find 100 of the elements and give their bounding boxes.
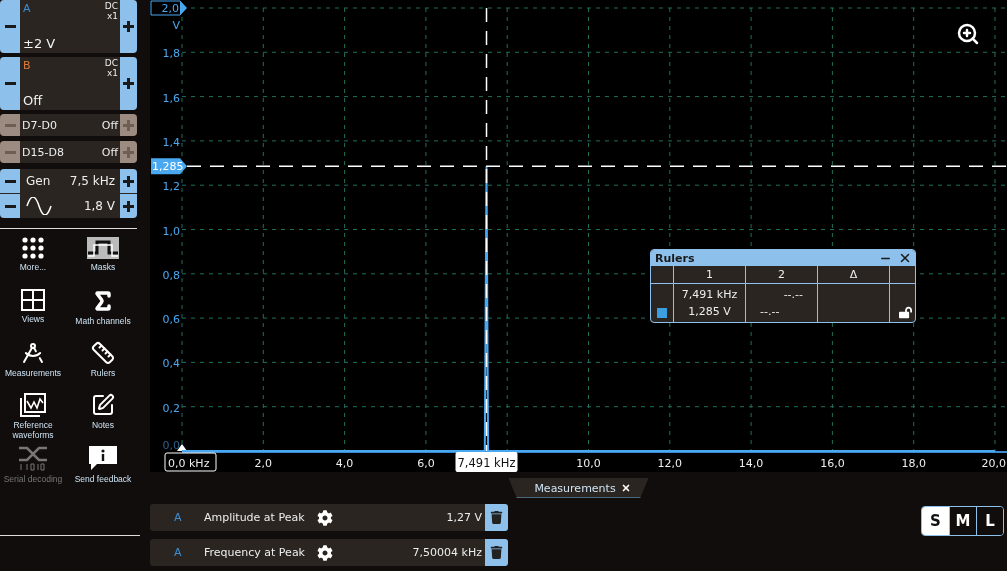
waveform-stack-icon xyxy=(20,393,46,417)
x-tick-label: 16,0 xyxy=(820,457,845,470)
sine-wave-icon xyxy=(26,197,52,215)
delete-button[interactable] xyxy=(485,539,508,566)
size-toggle[interactable]: S xyxy=(922,507,949,535)
column-header: 2 xyxy=(746,266,818,284)
measurement-name: Frequency at Peak xyxy=(204,546,306,559)
zoom-in-icon[interactable] xyxy=(956,22,980,46)
channel-state: Off xyxy=(101,118,118,132)
y-tick-label: 0,2 xyxy=(162,401,180,415)
increase-button[interactable] xyxy=(120,0,137,53)
close-icon[interactable] xyxy=(898,251,912,265)
coupling-label: DC x1 xyxy=(104,58,118,78)
x-tick-label: 14,0 xyxy=(738,457,764,470)
x-tick-label: 12,0 xyxy=(657,457,683,470)
decrease-button[interactable] xyxy=(0,57,20,110)
measurement-value: 7,50004 kHz xyxy=(412,546,482,559)
increase-button[interactable] xyxy=(120,194,137,218)
measurement-value: 1,27 V xyxy=(446,511,482,524)
y-tick-label: 1,6 xyxy=(162,91,180,105)
y-tick-label: 1,0 xyxy=(162,224,180,238)
y-tick-label: 0,4 xyxy=(162,357,180,371)
size-toggle[interactable]: L xyxy=(976,507,1003,535)
y-tick-label: 0,8 xyxy=(162,268,180,282)
ruler-position-tag[interactable]: 0,0 kHz xyxy=(164,452,217,472)
coupling-label: DC x1 xyxy=(104,1,118,21)
range-value: Off xyxy=(23,93,44,108)
generator-frequency: 7,5 kHz xyxy=(69,174,115,188)
channel-name: D15-D8 xyxy=(22,145,64,159)
grid-icon xyxy=(21,289,45,311)
plus-icon xyxy=(123,21,134,32)
increase-button[interactable] xyxy=(120,169,137,193)
plus-icon xyxy=(123,146,134,158)
y-tick-label: 1,4 xyxy=(162,135,180,149)
y-tick-label: 1,8 xyxy=(162,47,180,61)
range-value: ±2 V xyxy=(23,36,57,51)
channel-label: A xyxy=(173,546,183,559)
tool-button[interactable]: Reference waveforms xyxy=(0,393,66,445)
x-tick-label: 6,0 xyxy=(417,457,435,470)
tool-button[interactable]: Rulers xyxy=(66,341,140,393)
decrease-button[interactable] xyxy=(0,0,20,53)
close-icon[interactable] xyxy=(620,483,631,493)
y-tick-label: 1,2 xyxy=(162,180,180,194)
trash-icon xyxy=(490,511,503,524)
x-tick-label: 2,0 xyxy=(254,457,273,470)
y-axis-unit: V xyxy=(172,19,180,32)
ruler-value-tag[interactable]: 7,491 kHz xyxy=(455,452,518,472)
channel-name: D7-D0 xyxy=(22,118,57,132)
ruler-value: --.-- xyxy=(759,305,781,318)
channel-state: Off xyxy=(101,145,118,159)
dots-grid-icon xyxy=(22,237,44,259)
plus-icon xyxy=(123,119,134,131)
panel-title: Rulers xyxy=(655,251,696,265)
tool-button[interactable]: Masks xyxy=(66,237,140,289)
serial-crossing-icon xyxy=(18,445,48,471)
increase-button[interactable] xyxy=(120,57,137,110)
speech-bubble-info-icon xyxy=(88,445,118,471)
tool-button[interactable]: Send feedback xyxy=(66,445,140,497)
ruler-value: --.-- xyxy=(782,288,804,301)
plus-icon xyxy=(123,78,134,89)
ruler-value: 7,491 kHz xyxy=(680,288,739,301)
x-tick-label: 4,0 xyxy=(335,457,354,470)
y-tick-label: 0,6 xyxy=(162,313,180,327)
x-tick-label: 0,0 kHz xyxy=(168,457,210,470)
decrease-button[interactable] xyxy=(0,169,20,193)
settings-icon[interactable] xyxy=(317,509,333,526)
mask-waveform-icon xyxy=(87,237,119,259)
y-tick-label: 0,0 xyxy=(162,439,180,452)
column-header: 1 xyxy=(674,266,746,284)
compass-icon xyxy=(21,341,45,365)
tool-button[interactable]: More... xyxy=(0,237,66,289)
channel-name: A xyxy=(23,2,31,15)
settings-icon[interactable] xyxy=(317,544,333,561)
channel-label: A xyxy=(173,511,183,524)
tool-button[interactable]: Views xyxy=(0,289,66,341)
generator-label: Gen xyxy=(26,174,51,188)
tool-button[interactable]: Measurements xyxy=(0,341,66,393)
plus-icon xyxy=(123,200,134,212)
column-header: Δ xyxy=(818,266,890,284)
horizontal-ruler-line[interactable] xyxy=(186,165,1007,168)
ruler-value: 1,285 V xyxy=(687,305,732,318)
x-tick-label: 20,0 xyxy=(981,457,1006,470)
y-axis-top-tag[interactable]: 2,0 xyxy=(150,0,187,16)
unlocked-padlock-icon[interactable] xyxy=(899,306,912,319)
tool-button[interactable]: Notes xyxy=(66,393,140,445)
generator-amplitude: 1,8 V xyxy=(83,199,115,213)
ruler-icon xyxy=(91,341,115,365)
decrease-button[interactable] xyxy=(0,194,20,218)
vertical-ruler-line[interactable] xyxy=(485,7,488,452)
plus-icon xyxy=(123,175,134,187)
measurements-tab[interactable]: Measurements xyxy=(508,478,649,498)
channel-name: B xyxy=(23,59,31,72)
y-tick-label: 2,0 xyxy=(161,2,179,15)
measurement-name: Amplitude at Peak xyxy=(204,511,306,524)
notepad-pen-icon xyxy=(91,393,115,417)
x-tick-label: 18,0 xyxy=(901,457,926,470)
tool-button[interactable]: Math channels xyxy=(66,289,140,341)
x-tick-label: 10,0 xyxy=(576,457,601,470)
trash-icon xyxy=(490,546,503,559)
delete-button[interactable] xyxy=(485,504,508,531)
